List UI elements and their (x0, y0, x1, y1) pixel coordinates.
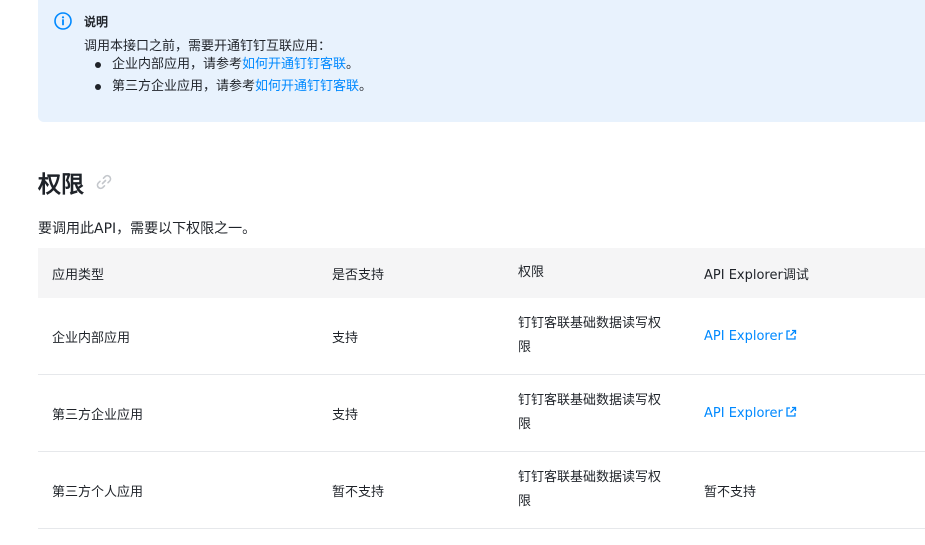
table-header-cell: 是否支持 (332, 267, 385, 283)
notice-text: 调用本接口之前，需要开通钉钉互联应用： (84, 39, 332, 54)
table-row: 企业内部应用 支持 钉钉客联基础数据读写权限 API Explorer (38, 298, 925, 375)
explorer-cell: API Explorer (690, 406, 797, 421)
table-header-cell: 权限 (518, 265, 545, 280)
explorer-cell: 暂不支持 (704, 484, 757, 500)
notice-item-suffix: 。 (346, 57, 360, 72)
table-header-cell: 应用类型 (52, 267, 105, 283)
external-link-icon (786, 329, 796, 340)
notice-item-link[interactable]: 如何开通钉钉客联 (242, 57, 346, 72)
link-anchor-icon[interactable] (94, 172, 114, 192)
permission-cell: 钉钉客联基础数据读写权限 (518, 470, 662, 509)
bullet-icon (95, 62, 101, 68)
explorer-cell: API Explorer (690, 329, 797, 344)
api-explorer-link[interactable]: API Explorer (704, 406, 797, 421)
section-description: 要调用此API，需要以下权限之一。 (38, 221, 257, 237)
notice-item-prefix: 第三方企业应用，请参考 (112, 79, 256, 94)
bullet-icon (95, 84, 101, 90)
permission-cell: 钉钉客联基础数据读写权限 (518, 393, 662, 432)
table-header: 应用类型 是否支持 权限 API Explorer调试 (38, 248, 925, 298)
support-cell: 支持 (332, 330, 359, 346)
notice-item-prefix: 企业内部应用，请参考 (112, 57, 243, 72)
external-link-icon (786, 406, 796, 417)
app-type-cell: 企业内部应用 (52, 330, 131, 346)
app-type-cell: 第三方企业应用 (52, 407, 144, 423)
section-title: 权限 (38, 172, 84, 198)
api-explorer-label: API Explorer (704, 405, 783, 421)
permission-table: 应用类型 是否支持 权限 API Explorer调试 企业内部应用 支持 钉钉… (38, 248, 925, 529)
notice-list-item: 企业内部应用，请参考如何开通钉钉客联。 (84, 56, 372, 78)
notice-box: 说明 调用本接口之前，需要开通钉钉互联应用： 企业内部应用，请参考如何开通钉钉客… (38, 0, 925, 122)
table-header-cell: API Explorer调试 (704, 267, 809, 283)
permission-cell: 钉钉客联基础数据读写权限 (518, 316, 662, 355)
table-row: 第三方个人应用 暂不支持 钉钉客联基础数据读写权限 暂不支持 (38, 452, 925, 529)
table-row: 第三方企业应用 支持 钉钉客联基础数据读写权限 API Explorer (38, 375, 925, 452)
notice-title: 说明 (84, 15, 109, 29)
info-icon (54, 12, 72, 30)
support-cell: 支持 (332, 407, 359, 423)
app-type-cell: 第三方个人应用 (52, 484, 144, 500)
api-explorer-label: API Explorer (704, 328, 783, 344)
api-explorer-link[interactable]: API Explorer (704, 329, 797, 344)
notice-list: 企业内部应用，请参考如何开通钉钉客联。 第三方企业应用，请参考如何开通钉钉客联。 (84, 56, 372, 100)
notice-item-link[interactable]: 如何开通钉钉客联 (255, 79, 359, 94)
notice-item-suffix: 。 (359, 79, 373, 94)
support-cell: 暂不支持 (332, 484, 385, 500)
section-heading: 权限 (38, 165, 114, 199)
notice-list-item: 第三方企业应用，请参考如何开通钉钉客联。 (84, 78, 372, 100)
